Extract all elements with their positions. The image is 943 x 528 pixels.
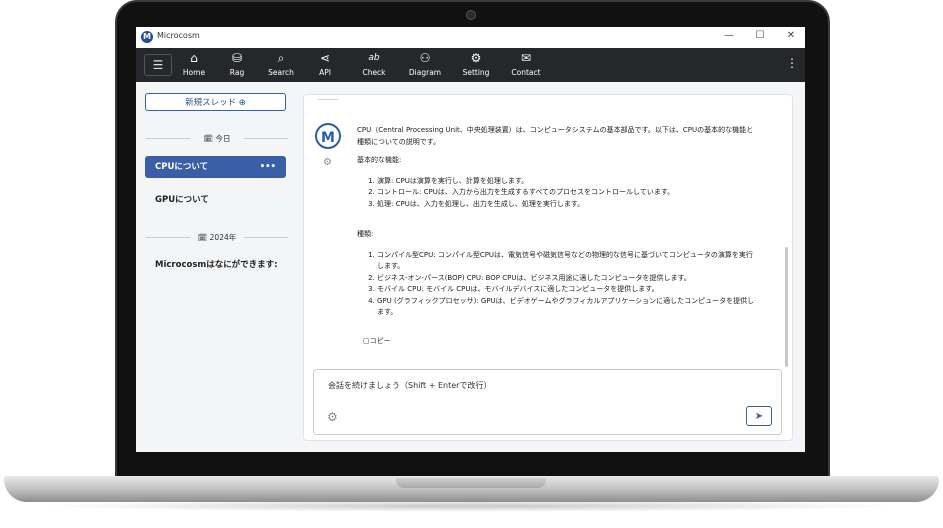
section-divider-2024: 🗓 2024年 <box>146 232 288 242</box>
minimize-button[interactable]: — <box>722 30 736 41</box>
nav-diagram[interactable]: ⚇ Diagram <box>402 51 448 77</box>
message-input-placeholder: 会話を続けましょう（Shift + Enterで改行） <box>328 381 492 390</box>
chat-scrollbar[interactable] <box>785 247 788 367</box>
chat-panel: M ⚙ CPU（Central Processing Unit、中央処理装置）は… <box>303 94 793 441</box>
maximize-button[interactable]: ☐ <box>753 30 767 41</box>
section-divider-today: 🗓 今日 <box>146 133 288 143</box>
assistant-message: CPU（Central Processing Unit、中央処理装置）は、コンピ… <box>357 125 757 347</box>
nav-home-label: Home <box>182 68 206 77</box>
thread-item-microcosm[interactable]: Microcosmはなにができます: <box>145 254 286 276</box>
list-item: コンパイル型CPU: コンパイル型CPUは、電気信号や磁気信号などの物理的な信号… <box>377 250 757 273</box>
nav-contact-label: Contact <box>511 68 541 77</box>
section-heading-functions: 基本的な機能: <box>357 156 402 164</box>
app-logo-icon: M <box>141 31 153 43</box>
thread-sidebar: 新規スレッド ⊕ 🗓 今日 CPUについて ••• GPUについて 🗓 2024… <box>136 82 296 452</box>
gear-icon: ⚙ <box>470 51 482 65</box>
nav-search-label: Search <box>268 68 294 77</box>
main-toolbar: ☰ ⌂ Home ⛁ Rag ⌕ Search ⋖ API ab Check ⚇… <box>136 48 805 82</box>
divider-line <box>244 138 288 139</box>
section-heading-types: 種類: <box>357 230 374 238</box>
app-window: M Microcosm — ☐ ✕ ☰ ⌂ Home ⛁ Rag ⌕ Searc… <box>136 27 805 452</box>
close-button[interactable]: ✕ <box>784 30 798 41</box>
previous-message-edge <box>318 95 338 100</box>
nav-rag[interactable]: ⛁ Rag <box>214 51 260 77</box>
thread-title: GPUについて <box>155 195 209 205</box>
nav-check-label: Check <box>362 68 386 77</box>
more-options-icon[interactable]: ⋮ <box>786 56 798 70</box>
copy-button[interactable]: ▢コピー <box>357 336 757 348</box>
list-item: 演算: CPUは演算を実行し、計算を処理します。 <box>377 176 757 188</box>
message-input[interactable]: 会話を続けましょう（Shift + Enterで改行） ⚙ ➤ <box>313 369 782 435</box>
functions-list: 演算: CPUは演算を実行し、計算を処理します。 コントロール: CPUは、入力… <box>357 176 757 211</box>
new-thread-button[interactable]: 新規スレッド ⊕ <box>145 93 286 111</box>
nav-contact[interactable]: ✉ Contact <box>503 51 549 77</box>
menu-toggle-button[interactable]: ☰ <box>144 54 172 76</box>
nav-setting[interactable]: ⚙ Setting <box>453 51 499 77</box>
thread-item-cpu[interactable]: CPUについて ••• <box>145 156 286 178</box>
thread-title: Microcosmはなにができます: <box>155 260 278 270</box>
share-icon: ⋖ <box>319 51 331 65</box>
nav-api-label: API <box>319 68 331 77</box>
nav-search[interactable]: ⌕ Search <box>258 51 304 77</box>
list-item: GPU (グラフィックプロセッサ): GPUは、ビデオゲームやグラフィカルアプリ… <box>377 296 757 319</box>
assistant-avatar: M <box>315 123 341 149</box>
list-item: ビジネス-オン-パース(BOP) CPU: BOP CPUは、ビジネス用途に適し… <box>377 273 757 285</box>
title-bar: M Microcosm — ☐ ✕ <box>136 27 805 49</box>
window-title: Microcosm <box>157 31 200 40</box>
thread-item-gpu[interactable]: GPUについて <box>145 189 286 211</box>
home-icon: ⌂ <box>190 51 198 65</box>
types-list: コンパイル型CPU: コンパイル型CPUは、電気信号や磁気信号などの物理的な信号… <box>357 250 757 319</box>
diagram-icon: ⚇ <box>419 51 431 65</box>
send-icon: ➤ <box>754 411 764 422</box>
message-intro: CPU（Central Processing Unit、中央処理装置）は、コンピ… <box>357 126 754 146</box>
nav-diagram-label: Diagram <box>408 68 442 77</box>
gear-icon[interactable]: ⚙ <box>323 157 332 168</box>
webcam <box>466 10 476 20</box>
nav-home[interactable]: ⌂ Home <box>171 51 217 77</box>
send-button[interactable]: ➤ <box>746 406 772 426</box>
gear-icon[interactable]: ⚙ <box>327 410 338 424</box>
nav-setting-label: Setting <box>462 68 490 77</box>
list-item: 処理: CPUは、入力を処理し、出力を生成し、処理を実行します。 <box>377 199 757 211</box>
list-item: コントロール: CPUは、入力から出力を生成するすべてのプロセスをコントロールし… <box>377 187 757 199</box>
database-icon: ⛁ <box>231 51 243 65</box>
mail-icon: ✉ <box>520 51 532 65</box>
nav-rag-label: Rag <box>229 68 245 77</box>
thread-title: CPUについて <box>155 162 209 172</box>
thread-more-icon[interactable]: ••• <box>260 156 276 178</box>
nav-api[interactable]: ⋖ API <box>302 51 348 77</box>
laptop-notch <box>396 478 546 488</box>
spellcheck-icon: ab <box>368 53 380 63</box>
search-icon: ⌕ <box>277 51 285 65</box>
divider-line <box>244 237 288 238</box>
nav-check[interactable]: ab Check <box>351 51 397 77</box>
list-item: モバイル CPU: モバイル CPUは、モバイルデバイスに適したコンピュータを提… <box>377 284 757 296</box>
